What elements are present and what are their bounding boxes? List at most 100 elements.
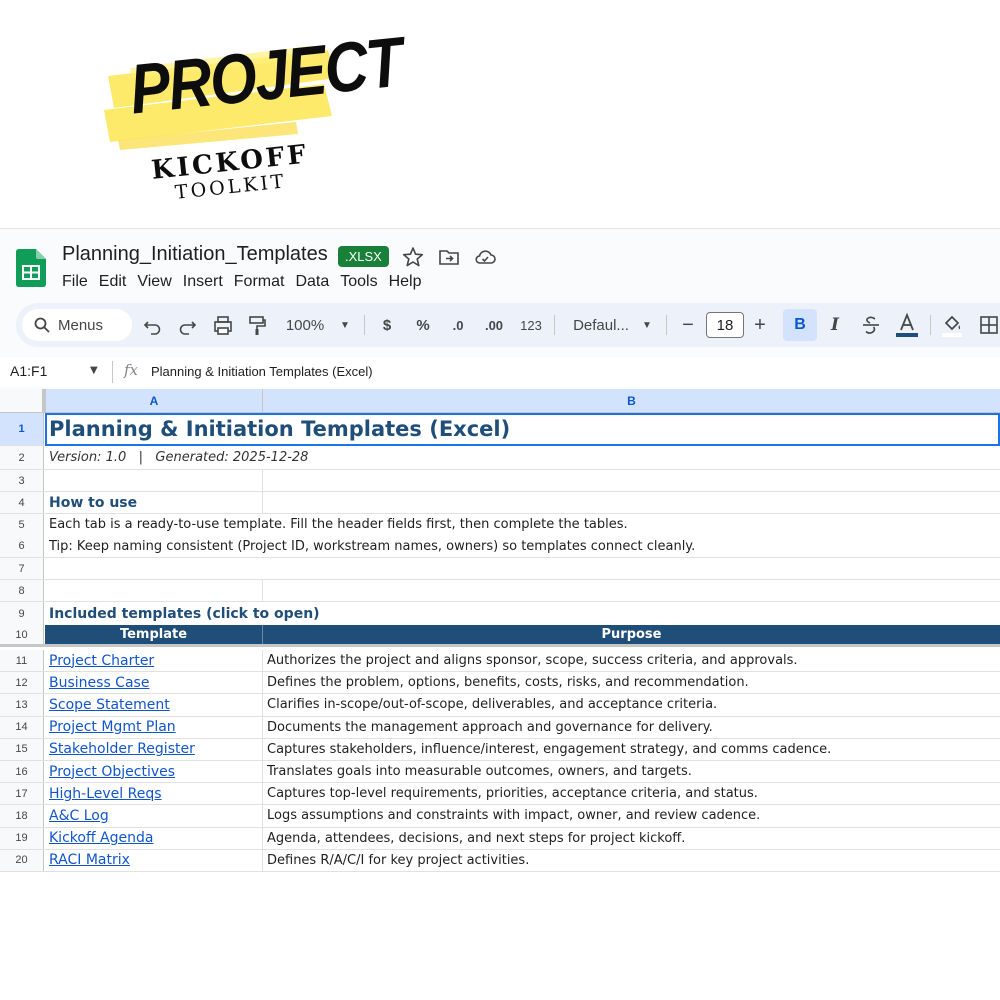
- sheet-title-cell[interactable]: Planning & Initiation Templates (Excel): [45, 413, 1000, 445]
- row-number[interactable]: 7: [0, 558, 44, 579]
- document-title[interactable]: Planning_Initiation_Templates: [62, 243, 328, 266]
- section-heading-cell[interactable]: Included templates (click to open): [45, 602, 1000, 625]
- column-header-b[interactable]: B: [263, 389, 1000, 413]
- font-chevron-down-icon[interactable]: ▼: [640, 303, 654, 347]
- template-link-cell[interactable]: Stakeholder Register: [45, 738, 263, 760]
- more-formats-button[interactable]: 123: [518, 303, 544, 347]
- template-purpose-cell[interactable]: Captures stakeholders, influence/interes…: [263, 739, 1000, 760]
- row-number[interactable]: 1: [0, 413, 44, 445]
- template-link[interactable]: RACI Matrix: [49, 852, 130, 868]
- row-number[interactable]: 10: [0, 625, 44, 644]
- undo-icon[interactable]: [142, 303, 164, 347]
- font-family-select[interactable]: Defaul...: [568, 303, 634, 347]
- template-link[interactable]: Project Charter: [49, 653, 154, 669]
- template-link[interactable]: Project Objectives: [49, 764, 175, 780]
- row-number[interactable]: 8: [0, 580, 44, 601]
- empty-cell[interactable]: [45, 580, 263, 601]
- formula-input[interactable]: Planning & Initiation Templates (Excel): [151, 364, 373, 379]
- row-number[interactable]: 4: [0, 492, 44, 513]
- spreadsheet-grid[interactable]: A B 1 Planning & Initiation Templates (E…: [0, 389, 1000, 879]
- row-number[interactable]: 5: [0, 514, 44, 535]
- cloud-saved-icon[interactable]: [474, 246, 496, 268]
- template-purpose-cell[interactable]: Agenda, attendees, decisions, and next s…: [263, 828, 1000, 849]
- row-number[interactable]: 15: [0, 738, 44, 760]
- row-number[interactable]: 2: [0, 446, 44, 469]
- tip-cell[interactable]: Tip: Keep naming consistent (Project ID,…: [45, 535, 1000, 557]
- template-purpose-cell[interactable]: Documents the management approach and go…: [263, 717, 1000, 738]
- template-link[interactable]: High-Level Reqs: [49, 786, 162, 802]
- template-link[interactable]: Kickoff Agenda: [49, 830, 153, 846]
- template-link-cell[interactable]: Business Case: [45, 672, 263, 694]
- borders-icon[interactable]: [978, 303, 1000, 347]
- row-number[interactable]: 12: [0, 672, 44, 694]
- menu-file[interactable]: File: [62, 273, 93, 291]
- bold-button[interactable]: B: [783, 309, 817, 341]
- empty-cell[interactable]: [263, 470, 1000, 491]
- template-link[interactable]: Scope Statement: [49, 697, 170, 713]
- template-link[interactable]: Business Case: [49, 675, 149, 691]
- menu-data[interactable]: Data: [295, 273, 334, 291]
- template-link[interactable]: A&C Log: [49, 808, 109, 824]
- template-purpose-cell[interactable]: Translates goals into measurable outcome…: [263, 761, 1000, 782]
- search-menus-button[interactable]: Menus: [22, 309, 132, 341]
- empty-cell[interactable]: [263, 492, 1000, 513]
- zoom-select[interactable]: 100%: [284, 303, 326, 347]
- move-to-folder-icon[interactable]: [438, 246, 460, 268]
- template-purpose-cell[interactable]: Defines R/A/C/I for key project activiti…: [263, 850, 1000, 871]
- row-number[interactable]: 11: [0, 650, 44, 672]
- template-link[interactable]: Project Mgmt Plan: [49, 719, 176, 735]
- template-link-cell[interactable]: Project Charter: [45, 650, 263, 672]
- print-icon[interactable]: [212, 303, 234, 347]
- template-link-cell[interactable]: Project Objectives: [45, 761, 263, 783]
- strikethrough-icon[interactable]: [860, 303, 882, 347]
- select-all-corner[interactable]: [0, 389, 46, 413]
- menu-insert[interactable]: Insert: [183, 273, 228, 291]
- template-link-cell[interactable]: Project Mgmt Plan: [45, 716, 263, 738]
- percent-format-button[interactable]: %: [412, 303, 434, 347]
- fill-color-icon[interactable]: [940, 303, 964, 347]
- increase-decimal-button[interactable]: .00: [480, 303, 508, 347]
- empty-cell[interactable]: [45, 558, 1000, 579]
- row-number[interactable]: 20: [0, 849, 44, 871]
- menu-format[interactable]: Format: [234, 273, 290, 291]
- template-link-cell[interactable]: Kickoff Agenda: [45, 827, 263, 849]
- menu-view[interactable]: View: [137, 273, 176, 291]
- row-number[interactable]: 3: [0, 470, 44, 491]
- text-color-icon[interactable]: [894, 303, 920, 347]
- template-link-cell[interactable]: High-Level Reqs: [45, 783, 263, 805]
- row-number[interactable]: 6: [0, 535, 44, 557]
- zoom-chevron-down-icon[interactable]: ▼: [338, 303, 352, 347]
- increase-font-size-icon[interactable]: +: [750, 303, 770, 347]
- redo-icon[interactable]: [176, 303, 198, 347]
- decrease-font-size-icon[interactable]: −: [678, 303, 698, 347]
- sheets-logo-icon[interactable]: [16, 249, 46, 287]
- currency-format-button[interactable]: $: [376, 303, 398, 347]
- template-purpose-cell[interactable]: Authorizes the project and aligns sponso…: [263, 650, 1000, 671]
- section-heading-cell[interactable]: How to use: [45, 492, 263, 513]
- decrease-decimal-button[interactable]: .0: [446, 303, 470, 347]
- row-number[interactable]: 17: [0, 783, 44, 805]
- template-purpose-cell[interactable]: Logs assumptions and constraints with im…: [263, 805, 1000, 826]
- template-link[interactable]: Stakeholder Register: [49, 741, 195, 757]
- template-purpose-cell[interactable]: Captures top-level requirements, priorit…: [263, 783, 1000, 804]
- menu-help[interactable]: Help: [389, 273, 427, 291]
- template-link-cell[interactable]: RACI Matrix: [45, 849, 263, 871]
- empty-cell[interactable]: [263, 580, 1000, 601]
- name-box[interactable]: A1:F1: [10, 363, 47, 379]
- empty-cell[interactable]: [45, 470, 263, 491]
- row-number[interactable]: 9: [0, 602, 44, 625]
- name-box-chevron-down-icon[interactable]: ▼: [90, 365, 98, 376]
- menu-tools[interactable]: Tools: [340, 273, 382, 291]
- row-number[interactable]: 19: [0, 827, 44, 849]
- italic-button[interactable]: I: [824, 303, 846, 347]
- template-column-header[interactable]: Template: [45, 625, 263, 644]
- row-number[interactable]: 13: [0, 694, 44, 716]
- star-icon[interactable]: [402, 246, 424, 268]
- instruction-cell[interactable]: Each tab is a ready-to-use template. Fil…: [45, 514, 1000, 535]
- row-number[interactable]: 18: [0, 805, 44, 827]
- purpose-column-header[interactable]: Purpose: [263, 625, 1000, 644]
- template-purpose-cell[interactable]: Defines the problem, options, benefits, …: [263, 672, 1000, 693]
- version-cell[interactable]: Version: 1.0 | Generated: 2025-12-28: [45, 446, 1000, 469]
- template-link-cell[interactable]: Scope Statement: [45, 694, 263, 716]
- row-number[interactable]: 14: [0, 716, 44, 738]
